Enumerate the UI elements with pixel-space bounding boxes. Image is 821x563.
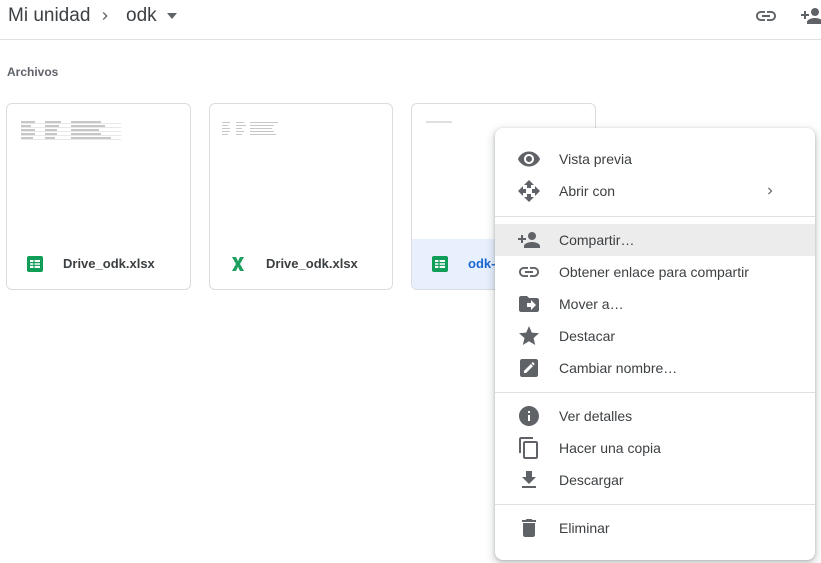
menu-item-label: Ver detalles [559, 408, 633, 424]
file-thumbnail [210, 104, 392, 240]
person-add-icon [518, 232, 540, 248]
link-icon[interactable] [754, 4, 778, 28]
excel-icon [232, 257, 244, 271]
menu-item-copy[interactable]: Hacer una copia [495, 432, 815, 464]
chevron-right-icon [768, 187, 773, 195]
link-icon [519, 267, 539, 277]
file-card-footer: Drive_odk.xlsx [7, 239, 190, 289]
download-icon [522, 471, 536, 488]
menu-divider [495, 504, 815, 505]
menu-item-label: Mover a… [559, 296, 624, 312]
menu-item-open-with[interactable]: Abrir con [495, 175, 815, 207]
google-sheets-icon [432, 256, 448, 272]
menu-item-label: Eliminar [559, 520, 610, 536]
trash-icon [522, 519, 536, 537]
file-name: Drive_odk.xlsx [266, 256, 358, 271]
menu-item-label: Hacer una copia [559, 440, 661, 456]
menu-item-get-link[interactable]: Obtener enlace para compartir [495, 256, 815, 288]
file-card[interactable]: Drive_odk.xlsx [6, 103, 191, 290]
file-name: Drive_odk.xlsx [63, 256, 155, 271]
menu-item-rename[interactable]: Cambiar nombre… [495, 352, 815, 384]
section-heading-files: Archivos [7, 65, 59, 79]
menu-item-move[interactable]: Mover a… [495, 288, 815, 320]
chevron-right-icon [102, 12, 108, 20]
edit-icon [520, 359, 538, 377]
menu-item-preview[interactable]: Vista previa [495, 143, 815, 175]
file-thumbnail [7, 104, 190, 240]
info-icon [519, 406, 539, 426]
menu-item-delete[interactable]: Eliminar [495, 512, 815, 544]
file-card-footer: Drive_odk.xlsx [210, 239, 392, 289]
menu-item-label: Cambiar nombre… [559, 360, 678, 376]
menu-item-details[interactable]: Ver detalles [495, 400, 815, 432]
menu-item-label: Descargar [559, 472, 624, 488]
breadcrumb-my-drive[interactable]: Mi unidad [8, 5, 90, 27]
menu-divider [495, 216, 815, 217]
move-arrows-icon [518, 180, 540, 202]
breadcrumb-current-folder[interactable]: odk [126, 5, 157, 27]
star-icon [519, 326, 539, 345]
file-name: odk- [468, 256, 496, 271]
menu-item-star[interactable]: Destacar [495, 320, 815, 352]
menu-item-label: Compartir… [559, 232, 635, 248]
menu-item-label: Obtener enlace para compartir [559, 264, 749, 280]
google-sheets-icon [27, 256, 43, 272]
menu-item-share[interactable]: Compartir… [495, 224, 815, 256]
person-add-icon[interactable] [800, 4, 821, 28]
menu-divider [495, 392, 815, 393]
eye-icon [518, 151, 540, 167]
menu-item-download[interactable]: Descargar [495, 464, 815, 496]
top-bar: Mi unidad odk [0, 0, 821, 40]
caret-down-icon[interactable] [165, 10, 179, 22]
context-menu: Vista previa Abrir con Compartir… Obtene… [495, 128, 815, 560]
menu-item-label: Abrir con [559, 183, 616, 199]
file-card[interactable]: Drive_odk.xlsx [209, 103, 393, 290]
copy-icon [519, 437, 538, 459]
menu-item-label: Destacar [559, 328, 616, 344]
menu-item-label: Vista previa [559, 151, 632, 167]
folder-move-icon [519, 296, 539, 312]
